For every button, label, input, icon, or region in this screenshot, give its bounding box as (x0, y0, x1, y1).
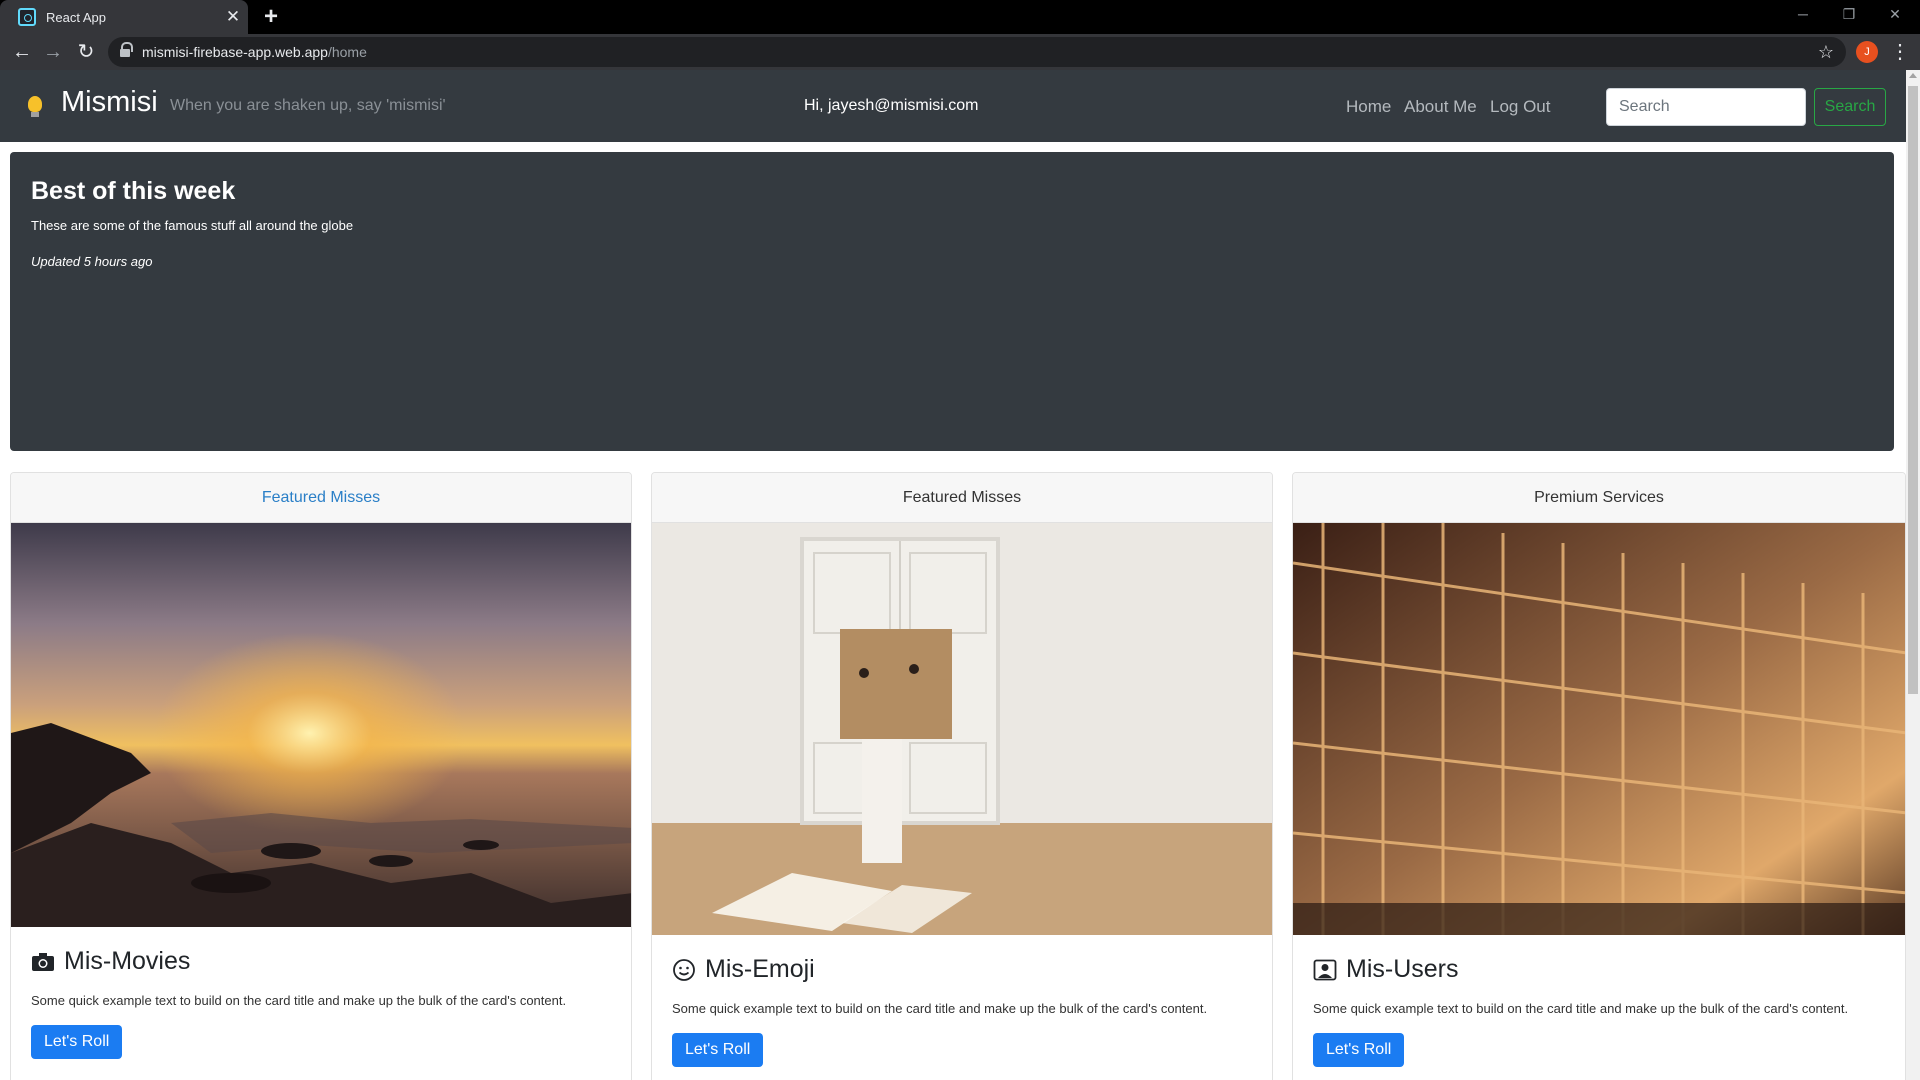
lightbulb-icon (28, 96, 42, 112)
lightbulb-base (31, 112, 39, 117)
jumbotron-updated: Updated 5 hours ago (31, 254, 153, 269)
search-input[interactable] (1606, 88, 1806, 126)
card-text: Some quick example text to build on the … (672, 1001, 1208, 1016)
card-title-text: Mis-Users (1346, 955, 1459, 983)
web-page: Mismisi When you are shaken up, say 'mis… (0, 70, 1906, 1080)
tab-title: React App (46, 9, 106, 25)
card-title-text: Mis-Emoji (705, 955, 815, 983)
browser-tab-strip: React App ✕ + ─ ❐ ✕ (0, 0, 1920, 34)
jumbotron: Best of this week These are some of the … (10, 152, 1894, 451)
new-tab-button[interactable]: + (258, 4, 284, 30)
glass-building-facade-image (1293, 523, 1905, 935)
top-navbar: Mismisi When you are shaken up, say 'mis… (0, 70, 1906, 142)
card-title: Mis-Movies (31, 947, 611, 976)
minimize-button[interactable]: ─ (1780, 0, 1826, 30)
scroll-up-arrow-icon[interactable] (1909, 73, 1917, 78)
card-title: Mis-Emoji (672, 955, 1252, 984)
card-title-text: Mis-Movies (64, 947, 191, 975)
card-header: Premium Services (1293, 473, 1905, 523)
sunset-seascape-image (11, 523, 631, 927)
card-header: Featured Misses (652, 473, 1272, 523)
camera-icon (32, 952, 54, 971)
nav-link-home[interactable]: Home (1346, 97, 1391, 117)
address-bar[interactable]: mismisi-firebase-app.web.app/home (108, 37, 1846, 67)
search-button[interactable]: Search (1814, 88, 1886, 126)
lets-roll-button[interactable]: Let's Roll (1313, 1033, 1405, 1067)
card-text: Some quick example text to build on the … (1313, 1001, 1849, 1016)
url-host: mismisi-firebase-app.web.app (142, 44, 328, 60)
tagline: When you are shaken up, say 'mismisi' (170, 97, 446, 114)
smiley-icon (673, 958, 695, 981)
react-favicon-icon (18, 8, 36, 26)
forward-arrow-icon[interactable]: → (39, 38, 67, 66)
card-header[interactable]: Featured Misses (11, 473, 631, 523)
reload-icon[interactable]: ↻ (72, 38, 100, 66)
browser-menu-icon[interactable]: ⋮ (1890, 38, 1910, 66)
card-mis-emoji: Featured Misses Mis-Emoji Some quick exa… (651, 472, 1273, 1080)
profile-avatar[interactable]: J (1856, 41, 1878, 63)
url-path: /home (327, 44, 367, 60)
nav-link-about-me[interactable]: About Me (1404, 97, 1477, 117)
lock-icon (120, 42, 133, 59)
restore-button[interactable]: ❐ (1826, 0, 1872, 30)
back-arrow-icon[interactable]: ← (8, 38, 36, 66)
bookmark-star-icon[interactable]: ☆ (1814, 38, 1838, 66)
tab-close-icon[interactable]: ✕ (218, 7, 248, 27)
brand-link[interactable]: Mismisi (61, 86, 158, 119)
box-head-person-image (652, 523, 1272, 935)
browser-tab[interactable]: React App ✕ (0, 0, 248, 34)
browser-toolbar: ← → ↻ mismisi-firebase-app.web.app/home … (0, 34, 1920, 70)
user-badge-icon (1313, 959, 1337, 980)
user-greeting: Hi, jayesh@mismisi.com (804, 97, 979, 114)
lets-roll-button[interactable]: Let's Roll (672, 1033, 764, 1067)
card-mis-movies: Featured Misses Mis-Movies Some quick ex… (10, 472, 632, 1080)
card-title: Mis-Users (1313, 955, 1885, 984)
scrollbar-thumb[interactable] (1908, 86, 1918, 694)
jumbotron-subtitle: These are some of the famous stuff all a… (31, 218, 354, 233)
card-mis-users: Premium Services Mis-Users Some quick ex… (1292, 472, 1906, 1080)
close-window-button[interactable]: ✕ (1872, 0, 1918, 30)
card-text: Some quick example text to build on the … (31, 993, 567, 1008)
page-scrollbar[interactable] (1906, 70, 1920, 1080)
nav-link-log-out[interactable]: Log Out (1490, 97, 1551, 117)
lets-roll-button[interactable]: Let's Roll (31, 1025, 123, 1059)
jumbotron-title: Best of this week (31, 177, 236, 205)
